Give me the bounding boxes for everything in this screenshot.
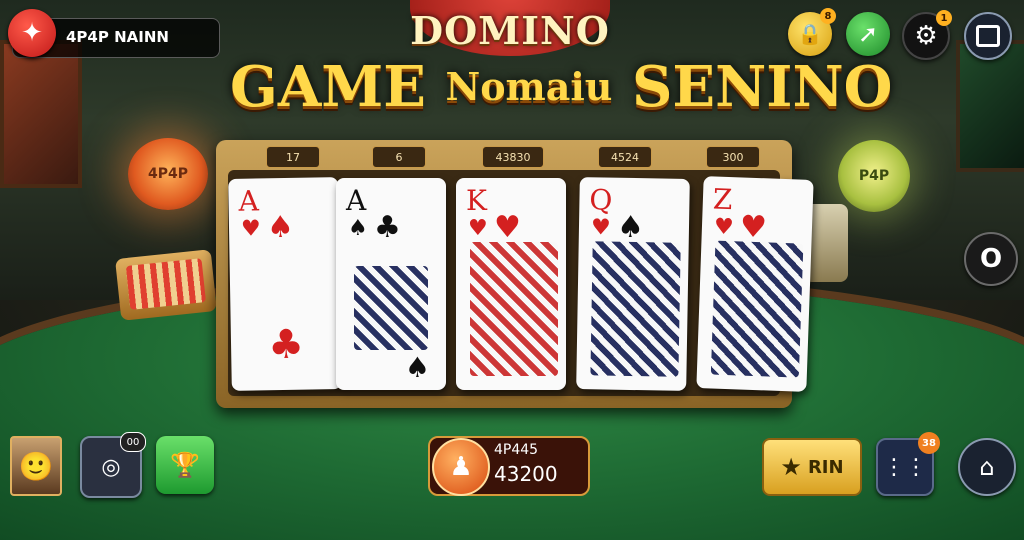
domino-box-pattern — [125, 258, 206, 310]
lantern-right: P4P — [838, 140, 910, 212]
heart-icon: ♥ — [713, 214, 735, 241]
card-suit: ♥ — [739, 209, 768, 246]
card-ace-clubs[interactable]: A ♠ ♣ ♠ — [336, 178, 446, 390]
card-art — [710, 240, 804, 378]
board-label: 4524 — [598, 146, 652, 168]
settings-badge: 1 — [936, 10, 952, 26]
card-art — [354, 266, 428, 350]
card-rank: K — [466, 184, 487, 217]
board-label: 43830 — [482, 146, 544, 168]
trophy-icon: 🏆 — [170, 451, 200, 479]
card-ace-spades[interactable]: A ♥ ♠ ♣ — [228, 177, 342, 391]
wall-poster-left — [0, 40, 82, 188]
card-rank: A — [238, 184, 260, 218]
game-title: DOMINO GAME Nomaiu SENINO — [230, 0, 892, 130]
lock-icon: 🔒 — [797, 22, 823, 46]
card-queen-spades[interactable]: Q ♥ ♠ — [576, 177, 690, 391]
card-suit: ♠ — [616, 209, 645, 246]
gift-button[interactable]: 🏆 — [156, 436, 214, 494]
menu-button[interactable]: ⋮⋮ 38 — [876, 432, 940, 496]
menu-badge: 38 — [918, 432, 940, 454]
home-button[interactable]: ⌂ — [958, 438, 1016, 496]
home-icon: ⌂ — [979, 453, 995, 481]
win-label: RIN — [807, 456, 844, 478]
gear-icon: ⚙ — [914, 21, 938, 51]
lantern-left-label: 4P4P — [147, 166, 188, 182]
star-icon: ★ — [780, 453, 802, 481]
card-rank: Z — [712, 182, 733, 217]
title-mid: Nomaiu — [445, 64, 613, 109]
title-right: SENINO — [631, 54, 893, 120]
share-arrow-icon: ➚ — [857, 20, 879, 48]
lock-badge: 8 — [820, 8, 836, 24]
share-button[interactable]: ➚ — [846, 12, 890, 56]
card-suit: ♠ — [266, 209, 295, 246]
card-art — [470, 242, 558, 376]
side-action-button[interactable]: O — [964, 232, 1018, 286]
card-suit: ♣ — [374, 210, 401, 245]
title-top: DOMINO — [410, 8, 610, 53]
card-rank: Q — [589, 183, 613, 217]
domino-box — [115, 249, 217, 321]
title-bottom: GAME Nomaiu SENINO — [230, 54, 892, 120]
heart-icon: ♥ — [240, 216, 261, 242]
card-art — [590, 241, 681, 377]
coin-icon[interactable]: ♟ — [432, 438, 490, 496]
player-avatar[interactable]: 🙂 — [10, 436, 62, 496]
side-action-label: O — [979, 244, 1003, 274]
chat-button[interactable] — [964, 12, 1012, 60]
brand-logo-icon[interactable]: ✦ — [8, 9, 56, 57]
board-label: 6 — [372, 146, 426, 168]
voice-badge: 00 — [120, 432, 146, 452]
lock-button[interactable]: 🔒 8 — [788, 8, 836, 56]
card-rank: A — [346, 184, 367, 217]
chat-icon — [976, 25, 1000, 47]
settings-button[interactable]: ⚙ 1 — [902, 10, 952, 60]
profile-name: 4P4P NAINN — [66, 28, 169, 46]
heart-icon: ♥ — [590, 215, 611, 241]
card-center: ♣ — [267, 321, 305, 369]
voice-button[interactable]: ◎ 00 — [80, 432, 146, 498]
menu-icon: ⋮⋮ — [883, 454, 927, 480]
lantern-right-label: P4P — [858, 168, 890, 184]
win-button[interactable]: ★ RIN — [762, 438, 862, 496]
board-label: 300 — [706, 146, 760, 168]
card-jack-hearts[interactable]: Z ♥ ♥ — [696, 176, 814, 392]
title-left: GAME — [230, 54, 426, 120]
board-label: 17 — [266, 146, 320, 168]
heart-icon: ♥ — [468, 216, 488, 241]
spade-icon: ♠ — [348, 216, 368, 241]
lantern-left: 4P4P — [128, 138, 208, 210]
coin-label: 4P445 — [494, 442, 539, 458]
card-suit: ♥ — [494, 210, 521, 245]
microphone-icon: ◎ — [101, 454, 121, 480]
coin-value: 43200 — [494, 462, 558, 486]
card-king-hearts[interactable]: K ♥ ♥ — [456, 178, 566, 390]
card-center: ♠ — [404, 351, 430, 384]
